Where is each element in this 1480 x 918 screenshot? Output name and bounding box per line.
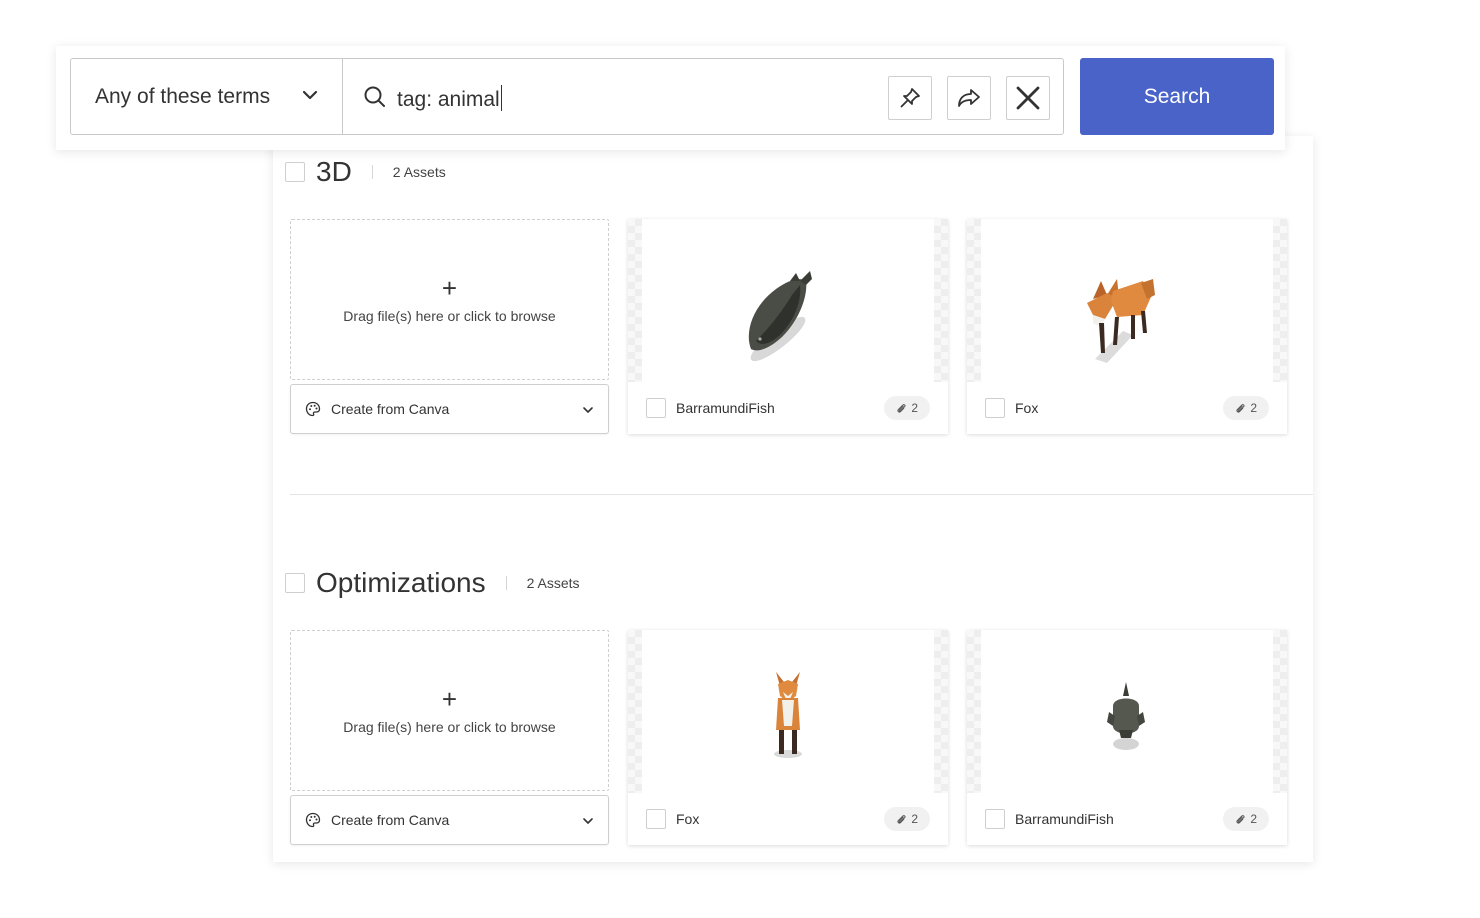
create-from-canva-select[interactable]: Create from Canva [290, 795, 609, 845]
asset-card[interactable]: Fox 2 [628, 630, 948, 845]
card-footer: BarramundiFish 2 [628, 382, 948, 434]
search-icon [364, 86, 385, 107]
dropzone-hint: Drag file(s) here or click to browse [343, 307, 556, 324]
section-divider [290, 494, 1313, 495]
asset-name: Fox [1015, 400, 1039, 416]
card-footer: Fox 2 [967, 382, 1287, 434]
pin-icon [900, 88, 920, 108]
pin-button[interactable] [888, 76, 932, 120]
asset-select-checkbox[interactable] [985, 809, 1005, 829]
attachment-count: 2 [1250, 401, 1257, 415]
section-header: Optimizations 2 Assets [285, 567, 580, 599]
card-footer: BarramundiFish 2 [967, 793, 1287, 845]
plus-icon: + [441, 683, 458, 714]
asset-count: 2 Assets [392, 164, 446, 180]
fox-model-image [774, 672, 802, 758]
clear-button[interactable] [1006, 76, 1050, 120]
asset-select-checkbox[interactable] [646, 398, 666, 418]
search-button[interactable]: Search [1080, 58, 1274, 135]
attachment-badge[interactable]: 2 [884, 396, 930, 420]
canva-label: Create from Canva [331, 812, 450, 828]
attachment-count: 2 [911, 401, 918, 415]
canva-label: Create from Canva [331, 401, 450, 417]
upload-dropzone[interactable]: + Drag file(s) here or click to browse [290, 219, 609, 380]
card-footer: Fox 2 [628, 793, 948, 845]
asset-thumbnail [967, 219, 1287, 382]
asset-name: BarramundiFish [676, 400, 775, 416]
search-mode-label: Any of these terms [95, 84, 271, 108]
divider [371, 165, 373, 179]
fish-model-image [748, 271, 812, 362]
section-select-checkbox[interactable] [285, 573, 305, 593]
share-button[interactable] [947, 76, 991, 120]
results-panel: 3D 2 Assets + Drag file(s) here or click… [273, 136, 1313, 862]
attachment-count: 2 [1250, 812, 1257, 826]
palette-icon [305, 812, 321, 828]
section-title: 3D [316, 156, 352, 187]
dropzone-hint: Drag file(s) here or click to browse [343, 718, 556, 735]
plus-icon: + [441, 272, 458, 303]
asset-select-checkbox[interactable] [985, 398, 1005, 418]
attachment-badge[interactable]: 2 [1223, 807, 1269, 831]
fish-model-image [1107, 682, 1145, 750]
asset-card[interactable]: BarramundiFish 2 [967, 630, 1287, 845]
section-title: Optimizations [316, 567, 486, 598]
upload-dropzone[interactable]: + Drag file(s) here or click to browse [290, 630, 609, 791]
asset-thumbnail [628, 219, 948, 382]
attachment-badge[interactable]: 2 [884, 807, 930, 831]
asset-thumbnail [628, 630, 948, 793]
asset-name: Fox [676, 811, 700, 827]
search-mode-select[interactable]: Any of these terms [70, 58, 343, 135]
section-header: 3D 2 Assets [285, 156, 446, 188]
search-bar: Any of these terms tag: animal Search [56, 46, 1285, 150]
chevron-down-icon [583, 407, 593, 413]
palette-icon [305, 401, 321, 417]
fox-model-image [1087, 279, 1155, 363]
asset-card[interactable]: Fox 2 [967, 219, 1287, 434]
chevron-down-icon [583, 818, 593, 824]
asset-thumbnail [967, 630, 1287, 793]
paperclip-icon [897, 403, 906, 413]
paperclip-icon [897, 814, 906, 824]
asset-card[interactable]: BarramundiFish 2 [628, 219, 948, 434]
search-input[interactable]: tag: animal [342, 58, 1064, 135]
create-from-canva-select[interactable]: Create from Canva [290, 384, 609, 434]
attachment-badge[interactable]: 2 [1223, 396, 1269, 420]
section-select-checkbox[interactable] [285, 162, 305, 182]
close-icon [1016, 86, 1040, 110]
paperclip-icon [1236, 403, 1245, 413]
attachment-count: 2 [911, 812, 918, 826]
asset-select-checkbox[interactable] [646, 809, 666, 829]
share-icon [958, 89, 980, 107]
chevron-down-icon [302, 90, 318, 100]
divider [505, 576, 507, 590]
asset-count: 2 Assets [526, 575, 580, 591]
asset-name: BarramundiFish [1015, 811, 1114, 827]
search-query-text: tag: animal [397, 85, 502, 112]
paperclip-icon [1236, 814, 1245, 824]
